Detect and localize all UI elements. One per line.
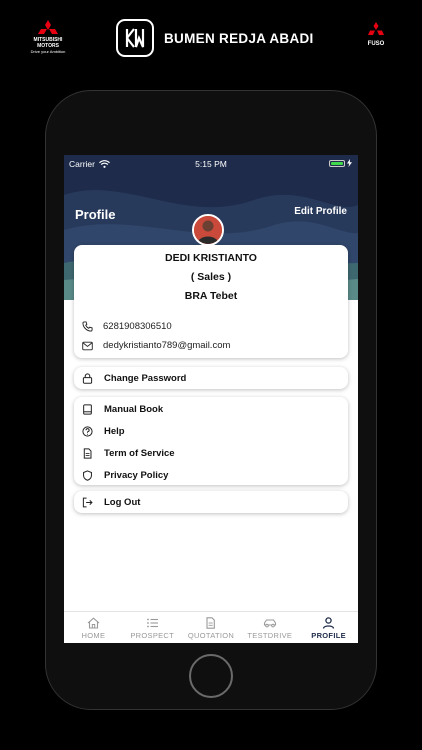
fuso-logo-text: FUSO: [367, 41, 385, 47]
battery-indicator: [329, 159, 352, 167]
charging-bolt-icon: [347, 159, 352, 167]
book-icon: [83, 403, 92, 415]
avatar[interactable]: [192, 214, 224, 246]
battery-icon: [329, 159, 345, 167]
company-name: BUMEN REDJA ABADI: [164, 30, 314, 46]
help-icon: [82, 425, 93, 437]
tab-profile[interactable]: PROFILE: [299, 612, 358, 643]
mitsubishi-logo: MITSUBISHI MOTORS Drive your Ambition: [30, 20, 66, 54]
phone-number: 6281908306510: [103, 321, 172, 332]
list-icon: [146, 618, 158, 627]
privacy-label: Privacy Policy: [104, 469, 169, 481]
terms-item[interactable]: Term of Service: [74, 442, 348, 464]
logout-label: Log Out: [104, 496, 141, 508]
document-icon: [206, 616, 216, 629]
help-label: Help: [104, 425, 125, 437]
profile-role: ( Sales ): [190, 271, 232, 283]
logout-button[interactable]: Log Out: [74, 491, 348, 513]
company-brand: BUMEN REDJA ABADI: [116, 18, 314, 58]
profile-photo-icon: [194, 216, 222, 244]
bottom-tab-bar: HOME PROSPECT QUOTATION TESTDRIVE PROFIL…: [64, 611, 358, 643]
tab-home-label: HOME: [81, 630, 106, 640]
help-item[interactable]: Help: [74, 420, 348, 442]
tab-profile-label: PROFILE: [311, 630, 346, 640]
tab-testdrive[interactable]: TESTDRIVE: [240, 612, 299, 643]
profile-branch: BRA Tebet: [184, 290, 238, 302]
mail-icon: [82, 341, 93, 350]
privacy-item[interactable]: Privacy Policy: [74, 464, 348, 486]
home-button[interactable]: [189, 654, 233, 698]
logout-icon: [82, 497, 93, 507]
brand-header: MITSUBISHI MOTORS Drive your Ambition BU…: [0, 0, 422, 80]
phone-icon: [82, 321, 93, 332]
phone-row: 6281908306510: [82, 321, 172, 332]
status-time: 5:15 PM: [195, 159, 227, 169]
email-address: dedykristianto789@gmail.com: [103, 340, 231, 351]
car-icon: [263, 618, 276, 627]
tab-quotation-label: QUOTATION: [187, 630, 235, 640]
email-row: dedykristianto789@gmail.com: [82, 340, 230, 351]
fuso-diamonds-icon: [368, 22, 384, 35]
lock-icon: [82, 372, 93, 384]
tab-home[interactable]: HOME: [64, 612, 123, 643]
app-screen: Carrier 5:15 PM Profile Edit Profile DED…: [64, 155, 358, 643]
profile-info-card: DEDI KRISTIANTO ( Sales ) BRA Tebet 6281…: [74, 245, 348, 358]
shield-icon: [83, 469, 92, 481]
user-icon: [322, 616, 335, 629]
home-icon: [87, 616, 100, 629]
fuso-logo: FUSO: [362, 22, 390, 48]
change-password-label: Change Password: [104, 372, 187, 384]
mitsubishi-tagline: Drive your Ambition: [30, 49, 66, 54]
change-password-button[interactable]: Change Password: [74, 367, 348, 389]
tab-quotation[interactable]: QUOTATION: [182, 612, 241, 643]
profile-name: DEDI KRISTIANTO: [165, 252, 257, 264]
document-icon: [83, 447, 92, 459]
status-bar: Carrier 5:15 PM: [64, 155, 358, 173]
edit-profile-button[interactable]: Edit Profile: [294, 206, 347, 217]
manual-book-item[interactable]: Manual Book: [74, 398, 348, 420]
tab-testdrive-label: TESTDRIVE: [247, 630, 293, 640]
terms-label: Term of Service: [104, 447, 175, 459]
page-title: Profile: [75, 207, 116, 222]
tab-prospect-label: PROSPECT: [130, 630, 175, 640]
mitsubishi-diamonds-icon: [38, 20, 58, 34]
info-menu-card: Manual Book Help Term of Service Privacy…: [74, 397, 348, 485]
tab-prospect[interactable]: PROSPECT: [123, 612, 182, 643]
manual-book-label: Manual Book: [104, 403, 164, 415]
company-logo-icon: [116, 19, 154, 57]
